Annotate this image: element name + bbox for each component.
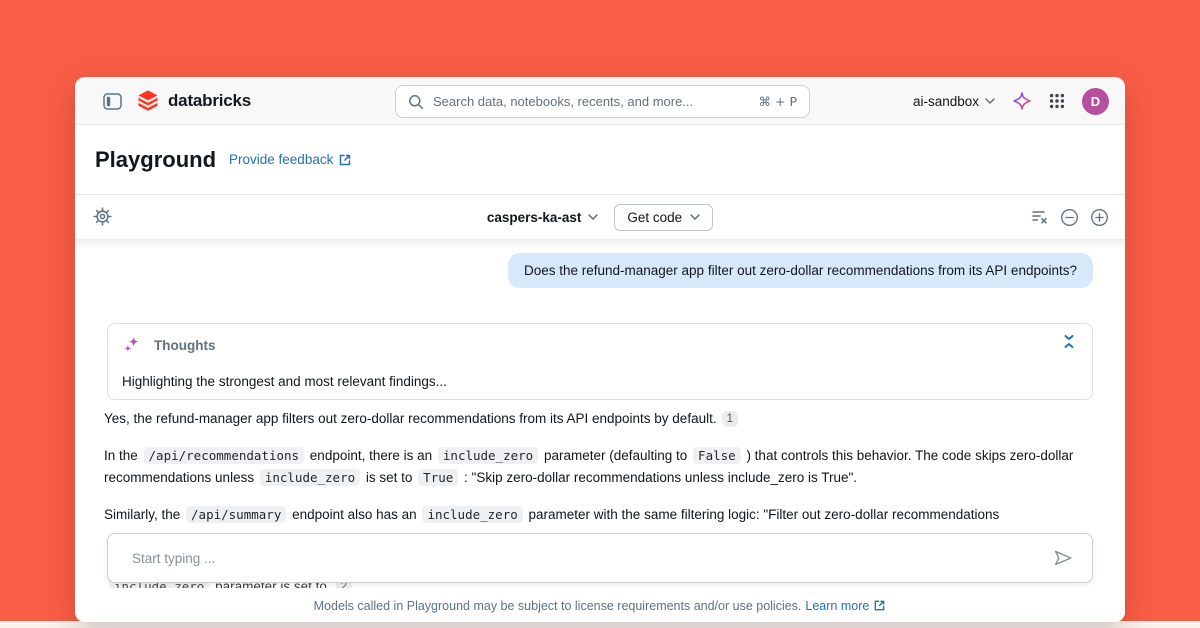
clear-chat-button[interactable]	[1031, 209, 1049, 225]
thoughts-sparkle-icon	[122, 335, 142, 355]
paragraph-text: endpoint also has an	[288, 507, 420, 522]
apps-grid-button[interactable]	[1049, 93, 1065, 109]
page-title: Playground	[95, 147, 216, 173]
minus-circle-icon	[1060, 208, 1079, 227]
paragraph-text: is set to	[362, 470, 416, 485]
license-disclaimer: Models called in Playground may be subje…	[75, 589, 1125, 622]
disclaimer-text: Models called in Playground may be subje…	[314, 599, 802, 613]
remove-model-button[interactable]	[1060, 208, 1079, 227]
add-model-button[interactable]	[1090, 208, 1109, 227]
grid-icon	[1049, 93, 1065, 109]
search-icon	[408, 94, 424, 110]
workspace-name: ai-sandbox	[913, 94, 979, 109]
chevron-down-icon	[690, 214, 700, 220]
paragraph-text: Similarly, the	[104, 507, 184, 522]
inline-code: True	[418, 469, 458, 486]
background-strip	[0, 621, 1200, 628]
inline-code: include_zero	[260, 469, 360, 486]
assistant-button[interactable]	[1012, 91, 1032, 111]
learn-more-label: Learn more	[805, 599, 869, 613]
paragraph-text: : "Skip zero-dollar recommendations unle…	[460, 470, 857, 485]
paragraph-text: Yes, the refund-manager app filters out …	[104, 411, 717, 426]
citation-badge[interactable]: 1	[722, 411, 738, 427]
databricks-logo-icon	[136, 89, 160, 113]
sidebar-toggle-button[interactable]	[103, 93, 122, 110]
toolbar-scroll-shadow	[75, 239, 1125, 249]
assistant-paragraph: In the /api/recommendations endpoint, th…	[104, 445, 1094, 489]
assistant-paragraph: Yes, the refund-manager app filters out …	[104, 408, 1094, 430]
assistant-sparkle-icon	[1012, 91, 1032, 111]
inline-code: False	[693, 447, 741, 464]
search-shortcut-hint: ⌘ + P	[759, 94, 797, 109]
search-placeholder: Search data, notebooks, recents, and mor…	[433, 94, 750, 109]
provide-feedback-link[interactable]: Provide feedback	[229, 152, 352, 167]
inline-code: include_zero	[438, 447, 538, 464]
paragraph-text: In the	[104, 448, 142, 463]
inline-code: /api/summary	[186, 506, 286, 523]
paragraph-text: parameter (defaulting to	[540, 448, 691, 463]
paragraph-text: endpoint, there is an	[306, 448, 436, 463]
send-button[interactable]	[1052, 547, 1074, 569]
user-avatar[interactable]: D	[1082, 88, 1109, 115]
panel-left-icon	[103, 93, 122, 110]
global-search-input[interactable]: Search data, notebooks, recents, and mor…	[395, 85, 810, 118]
external-link-icon	[338, 153, 352, 167]
chevron-down-icon	[985, 98, 995, 104]
external-link-icon	[873, 599, 886, 612]
page-header: Playground Provide feedback	[75, 125, 1125, 195]
endpoint-selector-dropdown[interactable]: caspers-ka-ast	[487, 210, 599, 225]
plus-circle-icon	[1090, 208, 1109, 227]
inline-code: include_zero	[422, 506, 522, 523]
thoughts-collapse-button[interactable]	[1062, 333, 1076, 350]
paragraph-text: parameter with the same filtering logic:…	[525, 507, 1000, 522]
message-composer	[107, 533, 1093, 583]
learn-more-link[interactable]: Learn more	[805, 599, 886, 613]
thoughts-panel: Thoughts Highlighting the strongest and …	[107, 323, 1093, 400]
send-icon	[1052, 547, 1074, 569]
databricks-window: databricks Search data, notebooks, recen…	[75, 77, 1125, 622]
get-code-label: Get code	[627, 210, 682, 225]
clear-list-icon	[1031, 209, 1049, 225]
chevron-down-icon	[588, 214, 598, 220]
feedback-link-label: Provide feedback	[229, 152, 333, 167]
brand-wordmark: databricks	[168, 91, 251, 111]
collapse-icon	[1062, 333, 1076, 350]
databricks-logo[interactable]: databricks	[136, 89, 251, 113]
user-message-bubble: Does the refund-manager app filter out z…	[508, 253, 1093, 288]
endpoint-name: caspers-ka-ast	[487, 210, 582, 225]
inline-code: /api/recommendations	[144, 447, 305, 464]
thoughts-label: Thoughts	[154, 338, 215, 353]
thoughts-text: Highlighting the strongest and most rele…	[122, 374, 447, 389]
chat-input[interactable]	[132, 551, 1052, 566]
topbar: databricks Search data, notebooks, recen…	[75, 77, 1125, 125]
assistant-paragraph: Similarly, the /api/summary endpoint als…	[104, 504, 1094, 526]
playground-toolbar: caspers-ka-ast Get code	[75, 195, 1125, 239]
get-code-button[interactable]: Get code	[614, 204, 713, 231]
workspace-switcher[interactable]: ai-sandbox	[913, 94, 995, 109]
